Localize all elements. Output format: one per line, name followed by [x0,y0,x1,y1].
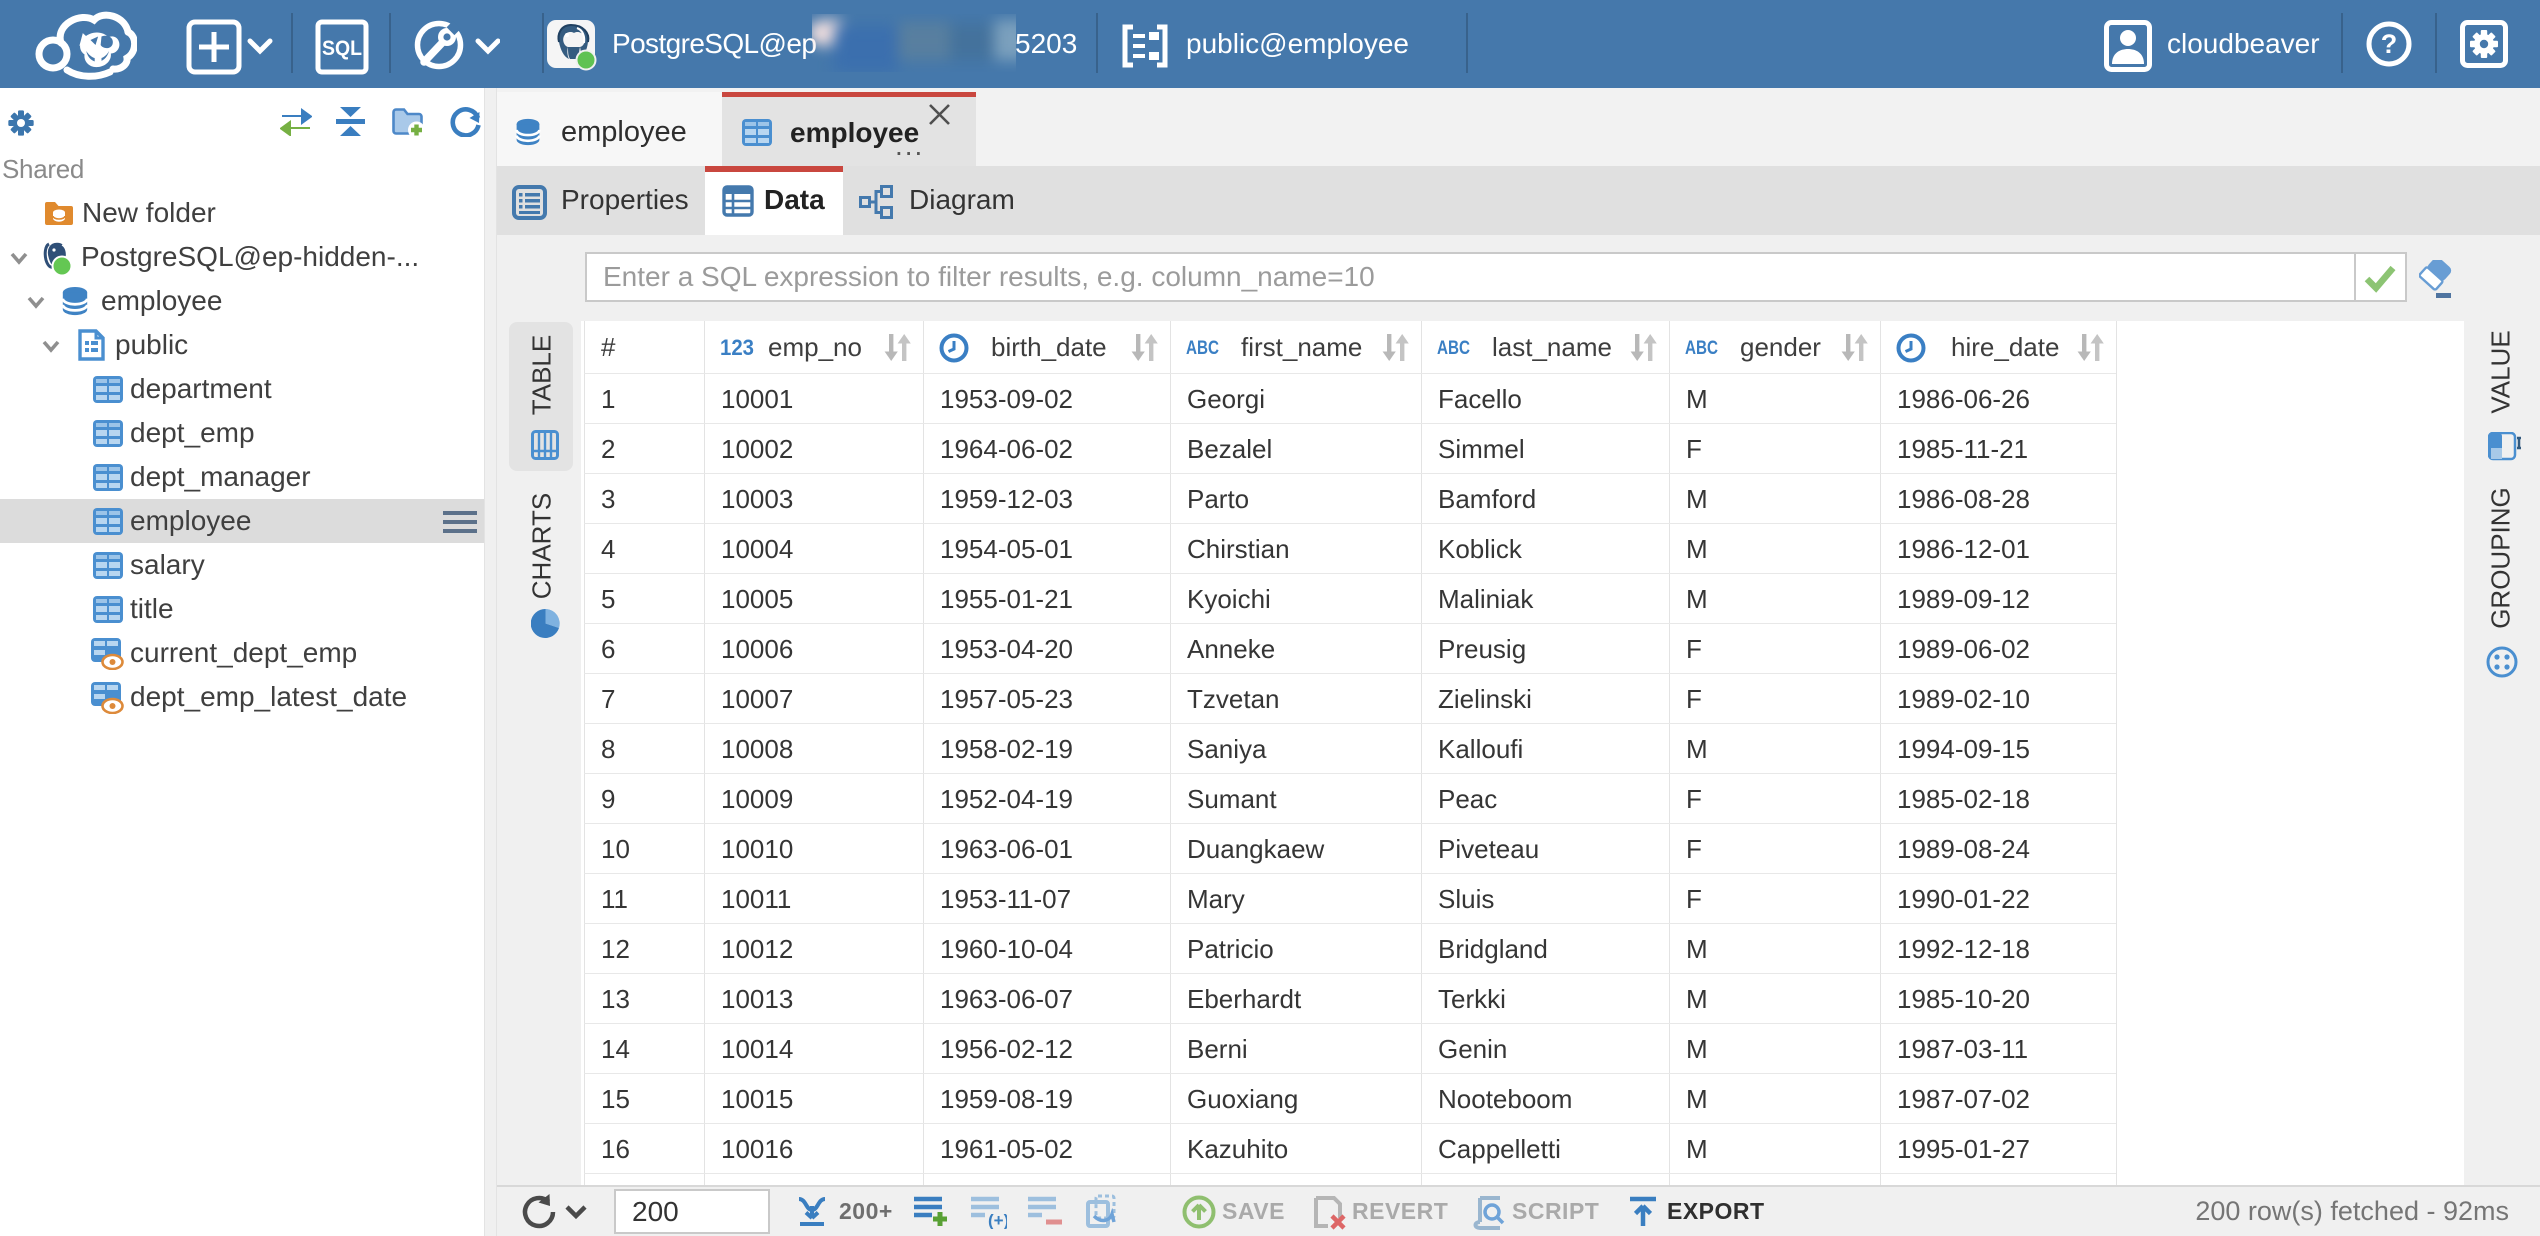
svg-text:123: 123 [720,335,754,360]
svg-text:ABC: ABC [1186,338,1219,359]
svg-text:SQL: SQL [322,37,362,60]
svg-text:(+): (+) [988,1211,1007,1229]
svg-text:?: ? [2381,29,2398,59]
svg-text:ABC: ABC [1685,338,1718,359]
svg-text:ABC: ABC [1437,338,1470,359]
